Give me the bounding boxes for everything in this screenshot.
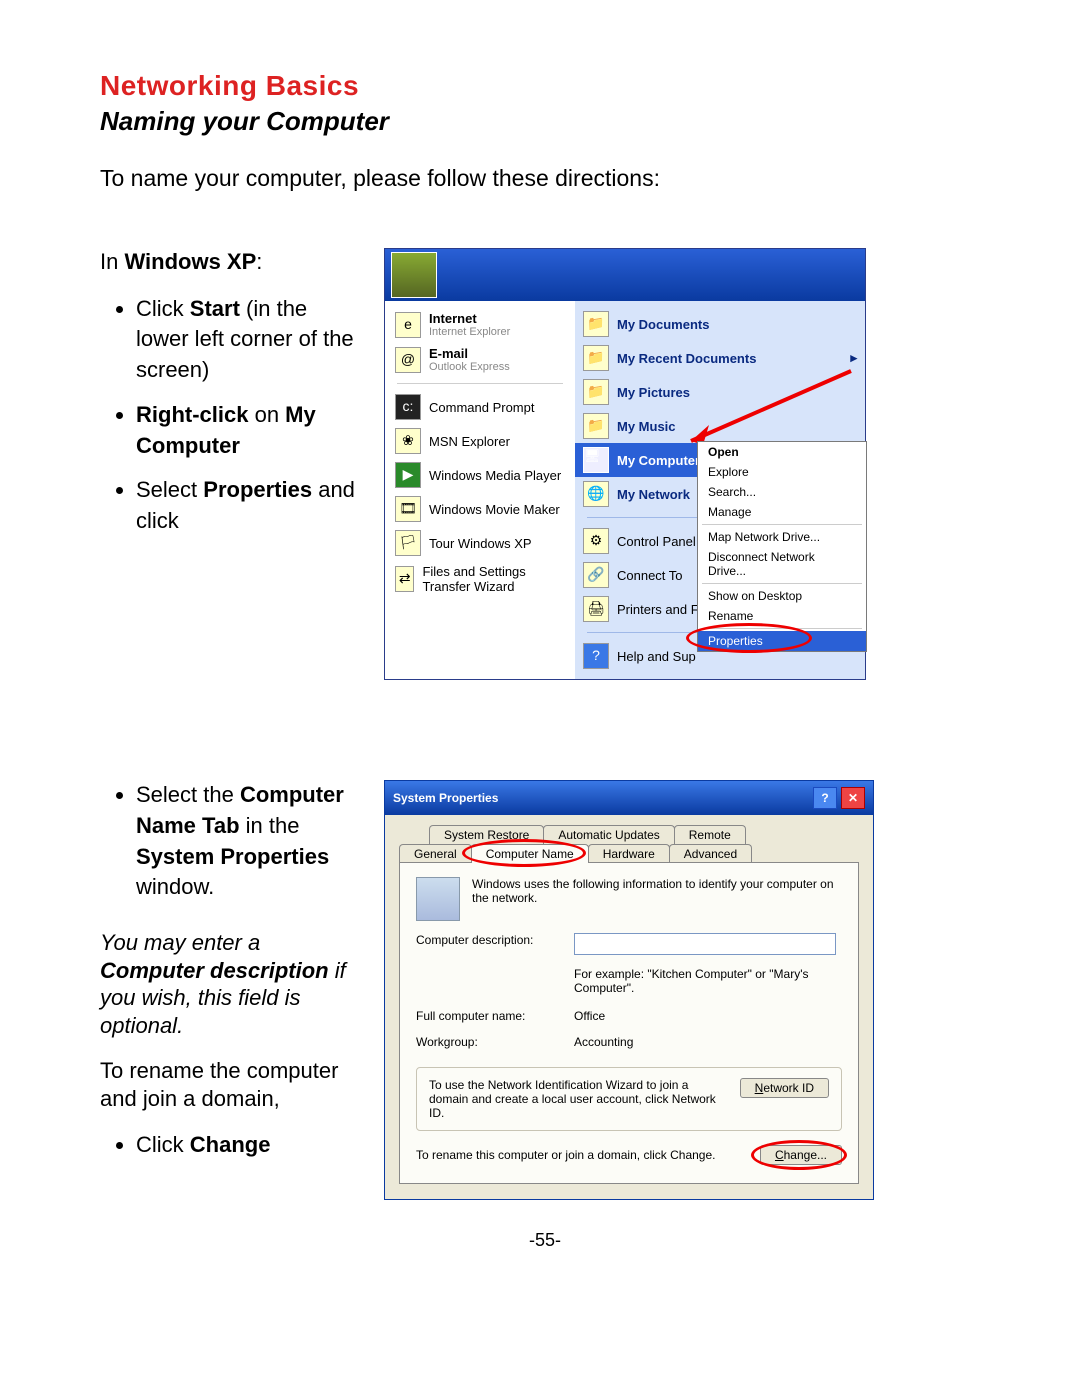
my-pictures-item[interactable]: 📁My Pictures bbox=[575, 375, 865, 409]
optional-description-note: You may enter a Computer description if … bbox=[100, 929, 360, 1039]
email-item[interactable]: @E-mailOutlook Express bbox=[385, 342, 575, 377]
tab-remote[interactable]: Remote bbox=[674, 825, 746, 844]
system-properties-screenshot: System Properties ? ✕ System Restore Aut… bbox=[384, 780, 874, 1200]
workgroup-label: Workgroup: bbox=[416, 1035, 562, 1049]
ctx-explore[interactable]: Explore bbox=[698, 462, 866, 482]
red-circle-annotation bbox=[751, 1140, 847, 1170]
folder-icon: 📁 bbox=[583, 413, 609, 439]
msn-icon: ❀ bbox=[395, 428, 421, 454]
computer-icon: 🖥 bbox=[583, 447, 609, 473]
tour-item[interactable]: 🏳Tour Windows XP bbox=[385, 526, 575, 560]
rename-lead: To rename the computer and join a domain… bbox=[100, 1057, 360, 1112]
titlebar-close-button[interactable]: ✕ bbox=[841, 787, 865, 809]
description-example: For example: "Kitchen Computer" or "Mary… bbox=[574, 967, 842, 995]
wmm-item[interactable]: 🎞Windows Movie Maker bbox=[385, 492, 575, 526]
start-menu-header bbox=[385, 249, 865, 301]
cmd-icon: c: bbox=[395, 394, 421, 420]
folder-icon: 📁 bbox=[583, 345, 609, 371]
tab-advanced[interactable]: Advanced bbox=[669, 844, 752, 863]
start-menu-right-column: 📁My Documents 📁My Recent Documents▸ 📁My … bbox=[575, 301, 865, 679]
description-input[interactable] bbox=[574, 933, 836, 955]
bullet-computer-name-tab: Select the Computer Name Tab in the Syst… bbox=[136, 780, 360, 903]
page-number: -55- bbox=[100, 1230, 990, 1251]
tab-system-restore[interactable]: System Restore bbox=[429, 825, 544, 844]
wizard-text: To use the Network Identification Wizard… bbox=[429, 1078, 728, 1120]
ctx-rename[interactable]: Rename bbox=[698, 606, 866, 626]
ctx-open[interactable]: Open bbox=[698, 442, 866, 462]
panel-blurb: Windows uses the following information t… bbox=[472, 877, 842, 905]
tab-computer-name[interactable]: Computer Name bbox=[471, 844, 589, 863]
full-name-label: Full computer name: bbox=[416, 1009, 562, 1023]
context-menu: Open Explore Search... Manage Map Networ… bbox=[697, 441, 867, 652]
lead-text: In Windows XP: bbox=[100, 248, 360, 276]
instruction-list-a: Click Start (in the lower left corner of… bbox=[100, 294, 360, 538]
transfer-icon: ⇄ bbox=[395, 566, 414, 592]
user-avatar-icon bbox=[391, 252, 437, 298]
tour-icon: 🏳 bbox=[395, 530, 421, 556]
instruction-list-b: Select the Computer Name Tab in the Syst… bbox=[100, 780, 360, 903]
folder-icon: 📁 bbox=[583, 311, 609, 337]
change-button[interactable]: Change... bbox=[760, 1145, 842, 1165]
internet-item[interactable]: eInternetInternet Explorer bbox=[385, 307, 575, 342]
printer-icon: 🖨 bbox=[583, 596, 609, 622]
ie-icon: e bbox=[395, 312, 421, 338]
cmd-item[interactable]: c:Command Prompt bbox=[385, 390, 575, 424]
wmp-item[interactable]: ▶Windows Media Player bbox=[385, 458, 575, 492]
tab-automatic-updates[interactable]: Automatic Updates bbox=[543, 825, 674, 844]
workgroup-value: Accounting bbox=[574, 1035, 633, 1049]
rename-text: To rename this computer or join a domain… bbox=[416, 1148, 715, 1162]
wmm-icon: 🎞 bbox=[395, 496, 421, 522]
folder-icon: 📁 bbox=[583, 379, 609, 405]
start-menu-left-column: eInternetInternet Explorer @E-mailOutloo… bbox=[385, 301, 575, 679]
ctx-manage[interactable]: Manage bbox=[698, 502, 866, 522]
tab-general[interactable]: General bbox=[399, 844, 472, 863]
titlebar-help-button[interactable]: ? bbox=[813, 787, 837, 809]
recent-docs-item[interactable]: 📁My Recent Documents▸ bbox=[575, 341, 865, 375]
email-icon: @ bbox=[395, 347, 421, 373]
fastwizard-item[interactable]: ⇄Files and Settings Transfer Wizard bbox=[385, 560, 575, 598]
intro-text: To name your computer, please follow the… bbox=[100, 165, 990, 192]
bullet-click-change: Click Change bbox=[136, 1130, 360, 1161]
ctx-show-desktop[interactable]: Show on Desktop bbox=[698, 586, 866, 606]
full-name-value: Office bbox=[574, 1009, 605, 1023]
bullet-select-properties: Select Properties and click bbox=[136, 475, 360, 537]
connect-icon: 🔗 bbox=[583, 562, 609, 588]
description-label: Computer description: bbox=[416, 933, 562, 947]
cpanel-icon: ⚙ bbox=[583, 528, 609, 554]
tab-hardware[interactable]: Hardware bbox=[588, 844, 670, 863]
network-id-button[interactable]: Network ID bbox=[740, 1078, 829, 1098]
computer-icon bbox=[416, 877, 460, 921]
bullet-click-start: Click Start (in the lower left corner of… bbox=[136, 294, 360, 386]
my-documents-item[interactable]: 📁My Documents bbox=[575, 307, 865, 341]
network-icon: 🌐 bbox=[583, 481, 609, 507]
bullet-right-click-my-computer: Right-click on My Computer bbox=[136, 400, 360, 462]
help-icon: ? bbox=[583, 643, 609, 669]
subheading: Naming your Computer bbox=[100, 106, 990, 137]
instruction-list-c: Click Change bbox=[100, 1130, 360, 1161]
ctx-map-drive[interactable]: Map Network Drive... bbox=[698, 527, 866, 547]
ctx-properties[interactable]: Properties bbox=[698, 631, 866, 651]
start-menu-screenshot: eInternetInternet Explorer @E-mailOutloo… bbox=[384, 248, 866, 680]
window-title: System Properties bbox=[393, 791, 498, 805]
my-music-item[interactable]: 📁My Music bbox=[575, 409, 865, 443]
wmp-icon: ▶ bbox=[395, 462, 421, 488]
section-heading: Networking Basics bbox=[100, 70, 990, 102]
msn-item[interactable]: ❀MSN Explorer bbox=[385, 424, 575, 458]
ctx-disconnect-drive[interactable]: Disconnect Network Drive... bbox=[698, 547, 866, 581]
ctx-search[interactable]: Search... bbox=[698, 482, 866, 502]
titlebar: System Properties ? ✕ bbox=[385, 781, 873, 815]
